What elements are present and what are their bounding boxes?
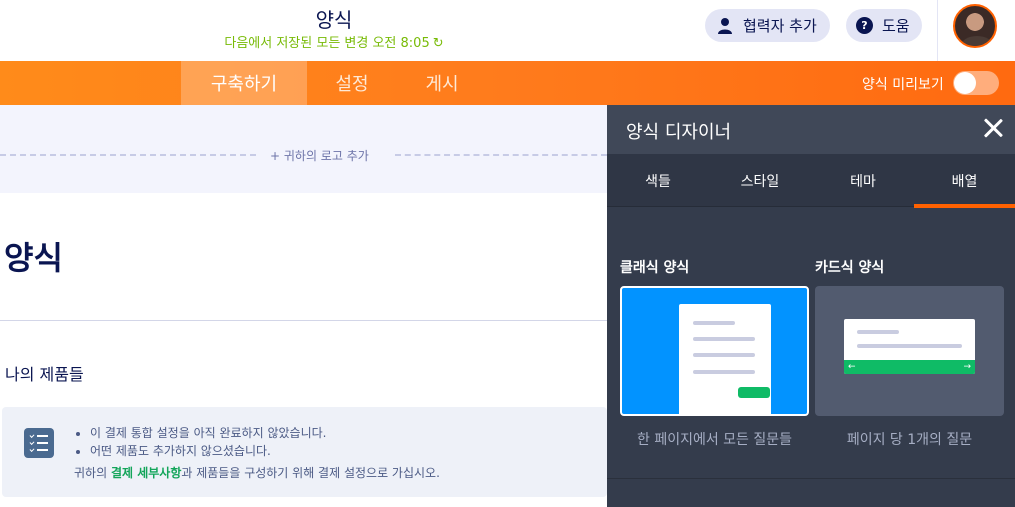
tab-themes[interactable]: 테마 bbox=[812, 154, 914, 207]
notice-item: 이 결제 통합 설정을 아직 완료하지 않았습니다. bbox=[90, 424, 326, 442]
save-status: 다음에서 저장된 모든 변경 오전 8:05 ↻ bbox=[0, 32, 668, 51]
panel-divider bbox=[607, 478, 1015, 479]
check-mark bbox=[29, 447, 35, 452]
help-icon: ? bbox=[856, 17, 873, 34]
help-label: 도움 bbox=[882, 17, 910, 35]
checklist-icon bbox=[24, 428, 54, 458]
tab-layout[interactable]: 배열 bbox=[914, 154, 1015, 208]
designer-title: 양식 디자이너 bbox=[626, 122, 732, 143]
form-designer-panel: 양식 디자이너 색들 스타일 테마 배열 클래식 양식 카드식 양식 ← → 한 … bbox=[607, 105, 1015, 507]
form-preview-label: 양식 미리보기 bbox=[862, 77, 944, 93]
designer-header: 양식 디자이너 bbox=[607, 105, 1015, 154]
preview-submit-button bbox=[738, 387, 770, 398]
header-divider bbox=[937, 0, 938, 61]
notice-item: 어떤 제품도 추가하지 않으셨습니다. bbox=[90, 442, 326, 460]
logo-dashed-line bbox=[395, 154, 607, 156]
products-label[interactable]: 나의 제품들 bbox=[5, 361, 84, 385]
form-title[interactable]: 양식 bbox=[0, 4, 668, 33]
card-preview: ← → bbox=[844, 319, 975, 374]
toggle-knob bbox=[954, 72, 976, 94]
section-divider bbox=[0, 320, 607, 321]
classic-form-description: 한 페이지에서 모든 질문들 bbox=[636, 432, 793, 448]
check-line bbox=[37, 435, 48, 437]
main-nav: 구축하기 설정 게시 양식 미리보기 bbox=[0, 61, 1015, 105]
tab-build[interactable]: 구축하기 bbox=[181, 61, 307, 105]
card-form-option[interactable]: ← → bbox=[815, 286, 1004, 416]
check-line bbox=[37, 449, 48, 451]
notice-list: 이 결제 통합 설정을 아직 완료하지 않았습니다. 어떤 제품도 추가하지 않… bbox=[90, 424, 326, 460]
refresh-icon: ↻ bbox=[432, 36, 444, 51]
tab-settings[interactable]: 설정 bbox=[307, 61, 397, 105]
tab-publish[interactable]: 게시 bbox=[397, 61, 487, 105]
designer-tabs: 색들 스타일 테마 배열 bbox=[607, 154, 1015, 208]
save-status-text: 다음에서 저장된 모든 변경 오전 8:05 bbox=[224, 36, 430, 51]
arrow-left-icon: ← bbox=[848, 362, 856, 372]
preview-line bbox=[693, 370, 755, 374]
check-mark bbox=[29, 440, 35, 445]
preview-line bbox=[857, 344, 962, 348]
classic-preview-page bbox=[679, 304, 771, 416]
card-nav-bar: ← → bbox=[844, 360, 975, 374]
add-logo-link[interactable]: + 귀하의 로고 추가 bbox=[270, 147, 369, 164]
form-heading[interactable]: 양식 bbox=[4, 233, 63, 279]
add-collaborator-button[interactable]: 협력자 추가 bbox=[705, 9, 830, 42]
classic-form-option[interactable] bbox=[620, 286, 809, 416]
card-form-description: 페이지 당 1개의 질문 bbox=[846, 432, 973, 448]
close-icon[interactable] bbox=[980, 115, 1006, 141]
preview-line bbox=[693, 353, 755, 357]
logo-area: + 귀하의 로고 추가 bbox=[0, 105, 607, 193]
tab-styles[interactable]: 스타일 bbox=[709, 154, 811, 207]
top-header: 양식 다음에서 저장된 모든 변경 오전 8:05 ↻ 협력자 추가 ? 도움 bbox=[0, 0, 1015, 61]
preview-line bbox=[693, 337, 755, 341]
avatar-shirt bbox=[961, 36, 993, 46]
user-icon bbox=[715, 16, 735, 36]
check-line bbox=[37, 442, 48, 444]
payment-details-link[interactable]: 결제 세부사항 bbox=[111, 466, 181, 480]
help-button[interactable]: ? 도움 bbox=[846, 9, 922, 42]
preview-line bbox=[693, 321, 735, 325]
check-mark bbox=[29, 433, 35, 438]
payment-notice: 이 결제 통합 설정을 아직 완료하지 않았습니다. 어떤 제품도 추가하지 않… bbox=[2, 407, 607, 497]
notice-prefix: 귀하의 bbox=[74, 466, 111, 480]
tab-colors[interactable]: 색들 bbox=[607, 154, 709, 207]
preview-line bbox=[857, 330, 899, 334]
logo-dashed-line bbox=[0, 154, 256, 156]
arrow-right-icon: → bbox=[963, 362, 971, 372]
card-form-title: 카드식 양식 bbox=[815, 260, 885, 276]
add-collaborator-label: 협력자 추가 bbox=[743, 17, 817, 35]
avatar[interactable] bbox=[953, 4, 997, 48]
notice-suffix: 과 제품들을 구성하기 위해 결제 설정으로 가십시오. bbox=[181, 466, 440, 480]
classic-form-title: 클래식 양식 bbox=[620, 260, 690, 276]
notice-message: 귀하의 결제 세부사항과 제품들을 구성하기 위해 결제 설정으로 가십시오. bbox=[74, 464, 440, 481]
form-canvas: + 귀하의 로고 추가 양식 나의 제품들 이 결제 통합 설정을 아직 완료하… bbox=[0, 105, 607, 507]
form-preview-toggle[interactable] bbox=[953, 71, 999, 95]
